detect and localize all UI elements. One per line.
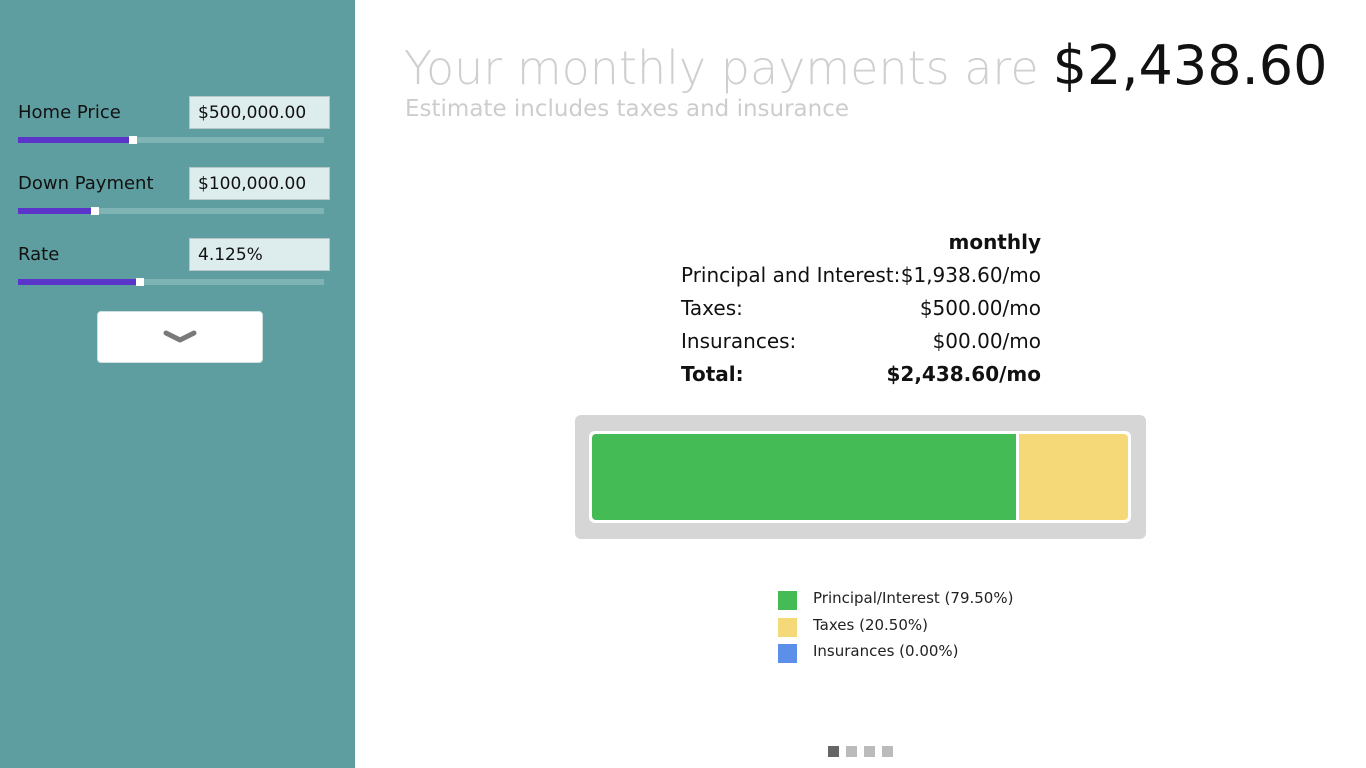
legend-swatch bbox=[778, 591, 797, 610]
rate-field: Rate bbox=[18, 238, 330, 298]
home-price-input[interactable] bbox=[189, 96, 330, 129]
total-label: Total: bbox=[681, 362, 744, 386]
breakdown-label: Principal and Interest: bbox=[681, 263, 901, 287]
slider-fill bbox=[18, 279, 140, 285]
page-dot[interactable] bbox=[828, 746, 839, 757]
payment-proportion-bar bbox=[575, 415, 1146, 539]
monthly-payment-amount: $2,438.60 bbox=[1052, 34, 1328, 97]
bar-segment-taxes bbox=[1018, 434, 1128, 520]
bar-track bbox=[589, 431, 1131, 523]
page-subtitle: Estimate includes taxes and insurance bbox=[405, 96, 850, 122]
breakdown-row: Taxes: $500.00/mo bbox=[681, 293, 1041, 326]
page-indicator bbox=[828, 746, 893, 757]
chevron-down-icon bbox=[163, 330, 197, 343]
payment-breakdown-table: monthly Principal and Interest: $1,938.6… bbox=[681, 227, 1041, 392]
headline-prefix: Your monthly payments are bbox=[404, 41, 1039, 95]
slider-fill bbox=[18, 137, 133, 143]
breakdown-value: $1,938.60/mo bbox=[900, 263, 1041, 287]
bar-segment-principal bbox=[592, 434, 1019, 520]
page-title: Your monthly payments are $2,438.60 bbox=[404, 34, 1327, 97]
breakdown-label: Taxes: bbox=[681, 296, 743, 320]
total-value: $2,438.60/mo bbox=[886, 362, 1042, 386]
legend-label: Insurances (0.00%) bbox=[813, 642, 959, 660]
home-price-label: Home Price bbox=[18, 102, 121, 123]
rate-input[interactable] bbox=[189, 238, 330, 271]
breakdown-value: $00.00/mo bbox=[932, 329, 1041, 353]
home-price-field: Home Price bbox=[18, 96, 330, 156]
slider-thumb[interactable] bbox=[129, 136, 137, 144]
input-sidebar: Home Price Down Payment Rate bbox=[0, 0, 355, 768]
page-dot[interactable] bbox=[864, 746, 875, 757]
legend-swatch bbox=[778, 644, 797, 663]
breakdown-value: $500.00/mo bbox=[919, 296, 1041, 320]
down-payment-field: Down Payment bbox=[18, 167, 330, 227]
page-dot[interactable] bbox=[882, 746, 893, 757]
home-price-slider[interactable] bbox=[18, 136, 324, 144]
legend-label: Taxes (20.50%) bbox=[813, 615, 928, 634]
slider-fill bbox=[18, 208, 95, 214]
expand-more-button[interactable] bbox=[97, 311, 263, 363]
slider-thumb[interactable] bbox=[136, 278, 144, 286]
slider-thumb[interactable] bbox=[91, 207, 99, 215]
monthly-column-header: monthly bbox=[948, 230, 1041, 254]
breakdown-label: Insurances: bbox=[681, 329, 797, 353]
down-payment-label: Down Payment bbox=[18, 173, 154, 194]
rate-slider[interactable] bbox=[18, 278, 324, 286]
page-dot[interactable] bbox=[846, 746, 857, 757]
down-payment-input[interactable] bbox=[189, 167, 330, 200]
legend-swatch bbox=[778, 617, 797, 637]
breakdown-row: Insurances: $00.00/mo bbox=[681, 326, 1041, 359]
breakdown-row: Principal and Interest: $1,938.60/mo bbox=[681, 260, 1041, 293]
legend-label: Principal/Interest (79.50%) bbox=[813, 589, 1014, 607]
breakdown-header-row: monthly bbox=[681, 227, 1041, 260]
breakdown-total-row: Total: $2,438.60/mo bbox=[681, 359, 1041, 392]
rate-label: Rate bbox=[18, 244, 60, 265]
down-payment-slider[interactable] bbox=[18, 207, 324, 215]
